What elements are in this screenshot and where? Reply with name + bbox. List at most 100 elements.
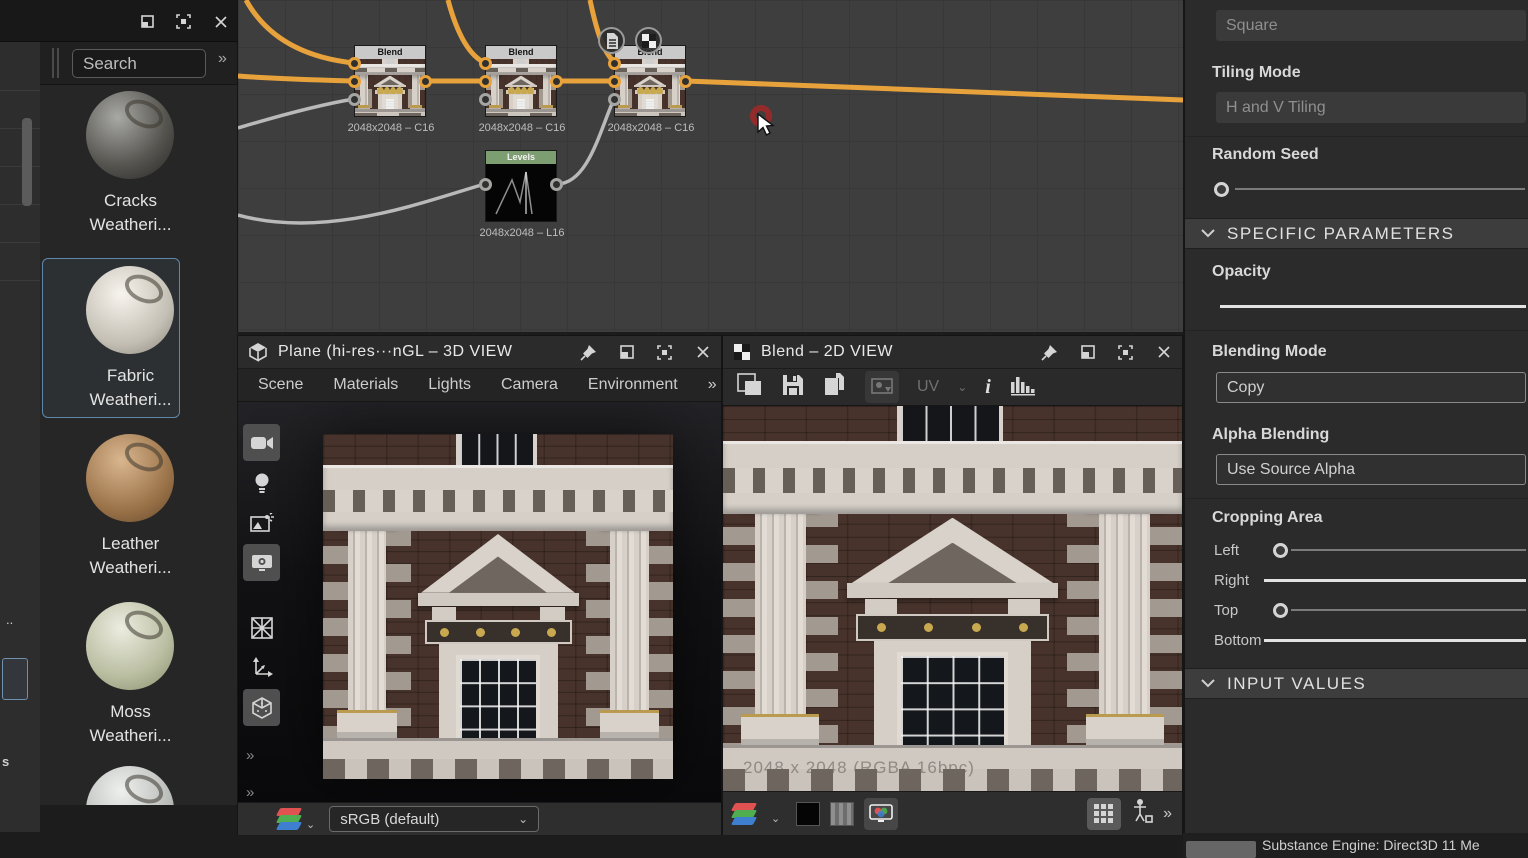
graph-node-blend-2[interactable]: Blend 2048x2048 – C16 [485,45,557,117]
background-color-swatch[interactable] [796,802,820,826]
colorspace-dropdown[interactable]: sRGB (default)⌄ [329,806,539,832]
display-rgb-button[interactable] [864,798,898,830]
section-input-values[interactable]: INPUT VALUES [1185,668,1528,699]
node-doc-overlay-button[interactable] [598,27,625,54]
menu-lights[interactable]: Lights [428,376,471,394]
crop-left-knob[interactable] [1273,543,1288,558]
material-item-cracks[interactable]: CracksWeatheri... [40,91,237,251]
transform-axis-button[interactable] [243,649,280,686]
new-view-icon[interactable] [737,373,763,402]
uv-mode-label[interactable]: UV [917,378,939,396]
material-item-partial[interactable] [40,766,237,805]
info-icon[interactable]: i [985,376,991,399]
input-port[interactable] [479,178,492,191]
random-seed-track[interactable] [1235,188,1525,190]
output-port[interactable] [550,178,563,191]
export-image-button[interactable] [865,371,899,403]
properties-panel: Square Tiling Mode H and V Tiling Random… [1183,0,1528,833]
search-input[interactable] [72,49,206,78]
display-settings-button[interactable] [243,544,280,581]
3d-view-titlebar[interactable]: Plane (hi-res···nGL – 3D VIEW [238,336,721,369]
vertical-scrollbar[interactable] [22,118,32,206]
mannequin-scale-icon[interactable] [1131,798,1153,829]
strip-selected-item[interactable] [2,658,28,700]
facade-texture [615,59,685,116]
material-item-leather[interactable]: LeatherWeatheri... [40,434,237,594]
close-icon[interactable] [694,344,711,361]
input-port[interactable] [608,75,621,88]
collapsed-section-marks[interactable]: » [246,784,252,801]
3d-viewport[interactable]: » » [238,402,721,802]
menu-materials[interactable]: Materials [333,376,398,394]
maximize-window-icon[interactable] [175,13,192,30]
graph-node-levels[interactable]: Levels 2048x2048 – L16 [485,150,557,222]
uv-dropdown-chevron[interactable]: ⌄ [957,380,967,394]
material-item-moss[interactable]: MossWeatheri... [40,602,237,762]
facade-texture [486,59,556,116]
material-library-list: CracksWeatheri... FabricWeatheri... Leat… [40,85,237,805]
input-port[interactable] [348,75,361,88]
checker-icon [733,343,751,361]
camera-view-button[interactable] [243,424,280,461]
float-window-icon[interactable] [138,13,155,30]
maximize-window-icon[interactable] [1117,344,1134,361]
2d-view-titlebar[interactable]: Blend – 2D VIEW [723,336,1182,369]
close-icon[interactable] [1155,344,1172,361]
environment-image-button[interactable] [243,504,280,541]
tiling-mode-dropdown[interactable]: H and V Tiling [1216,92,1526,123]
blending-mode-dropdown[interactable]: Copy [1216,372,1526,403]
alpha-blending-dropdown[interactable]: Use Source Alpha [1216,454,1526,485]
chevron-down-icon [1201,679,1215,688]
menu-camera[interactable]: Camera [501,376,558,394]
bottombar-overflow[interactable]: » [1163,805,1172,823]
input-port[interactable] [479,93,492,106]
input-port[interactable] [479,75,492,88]
crop-right-track[interactable] [1264,579,1526,582]
2d-viewport[interactable]: 2048 x 2048 (RGBA 16bpc) [723,406,1182,791]
opacity-slider[interactable] [1220,305,1526,308]
pin-icon[interactable] [580,344,597,361]
geometry-cube-button[interactable] [243,689,280,726]
input-port[interactable] [348,57,361,70]
output-port[interactable] [550,75,563,88]
output-port[interactable] [419,75,432,88]
pattern-dropdown[interactable]: Square [1216,10,1526,41]
input-port[interactable] [348,93,361,106]
close-window-icon[interactable] [212,13,229,30]
facade-texture [355,59,425,116]
histogram-icon[interactable] [1009,374,1037,401]
crop-top-track[interactable] [1291,609,1526,611]
float-window-icon[interactable] [1079,344,1096,361]
material-item-fabric[interactable]: FabricWeatheri... [40,266,237,426]
pattern-swatch[interactable] [830,802,854,826]
node-preview-overlay-button[interactable] [635,27,662,54]
crop-left-track[interactable] [1291,549,1526,551]
menu-environment[interactable]: Environment [588,376,678,394]
crop-bottom-track[interactable] [1264,639,1526,642]
menu-scene[interactable]: Scene [258,376,303,394]
random-seed-knob[interactable] [1214,182,1229,197]
menu-overflow[interactable]: » [708,376,717,394]
section-specific-parameters[interactable]: SPECIFIC PARAMETERS [1185,218,1528,249]
save-icon[interactable] [781,373,805,402]
crop-top-knob[interactable] [1273,603,1288,618]
tiling-grid-button[interactable] [1087,798,1121,830]
colorspace-layers-icon[interactable] [278,807,304,831]
material-thumbnail [86,91,174,179]
graph-node-blend-1[interactable]: Blend 2048x2048 – C16 [354,45,426,117]
input-port[interactable] [479,57,492,70]
float-window-icon[interactable] [618,344,635,361]
input-port[interactable] [608,57,621,70]
output-port[interactable] [679,75,692,88]
search-expand-button[interactable]: » [218,50,227,68]
input-port[interactable] [608,93,621,106]
maximize-window-icon[interactable] [656,344,673,361]
colorspace-layers-icon[interactable] [733,802,759,826]
copy-icon[interactable] [823,372,847,403]
light-button[interactable] [243,464,280,501]
graph-node-blend-3[interactable]: Blend 2048x2048 – C16 [614,45,686,117]
node-graph-canvas[interactable]: Blend 2048x2048 – C16 Blend [237,0,1183,332]
collapsed-section-marks[interactable]: » [246,747,252,764]
pin-icon[interactable] [1041,344,1058,361]
uv-grid-button[interactable] [243,609,280,646]
